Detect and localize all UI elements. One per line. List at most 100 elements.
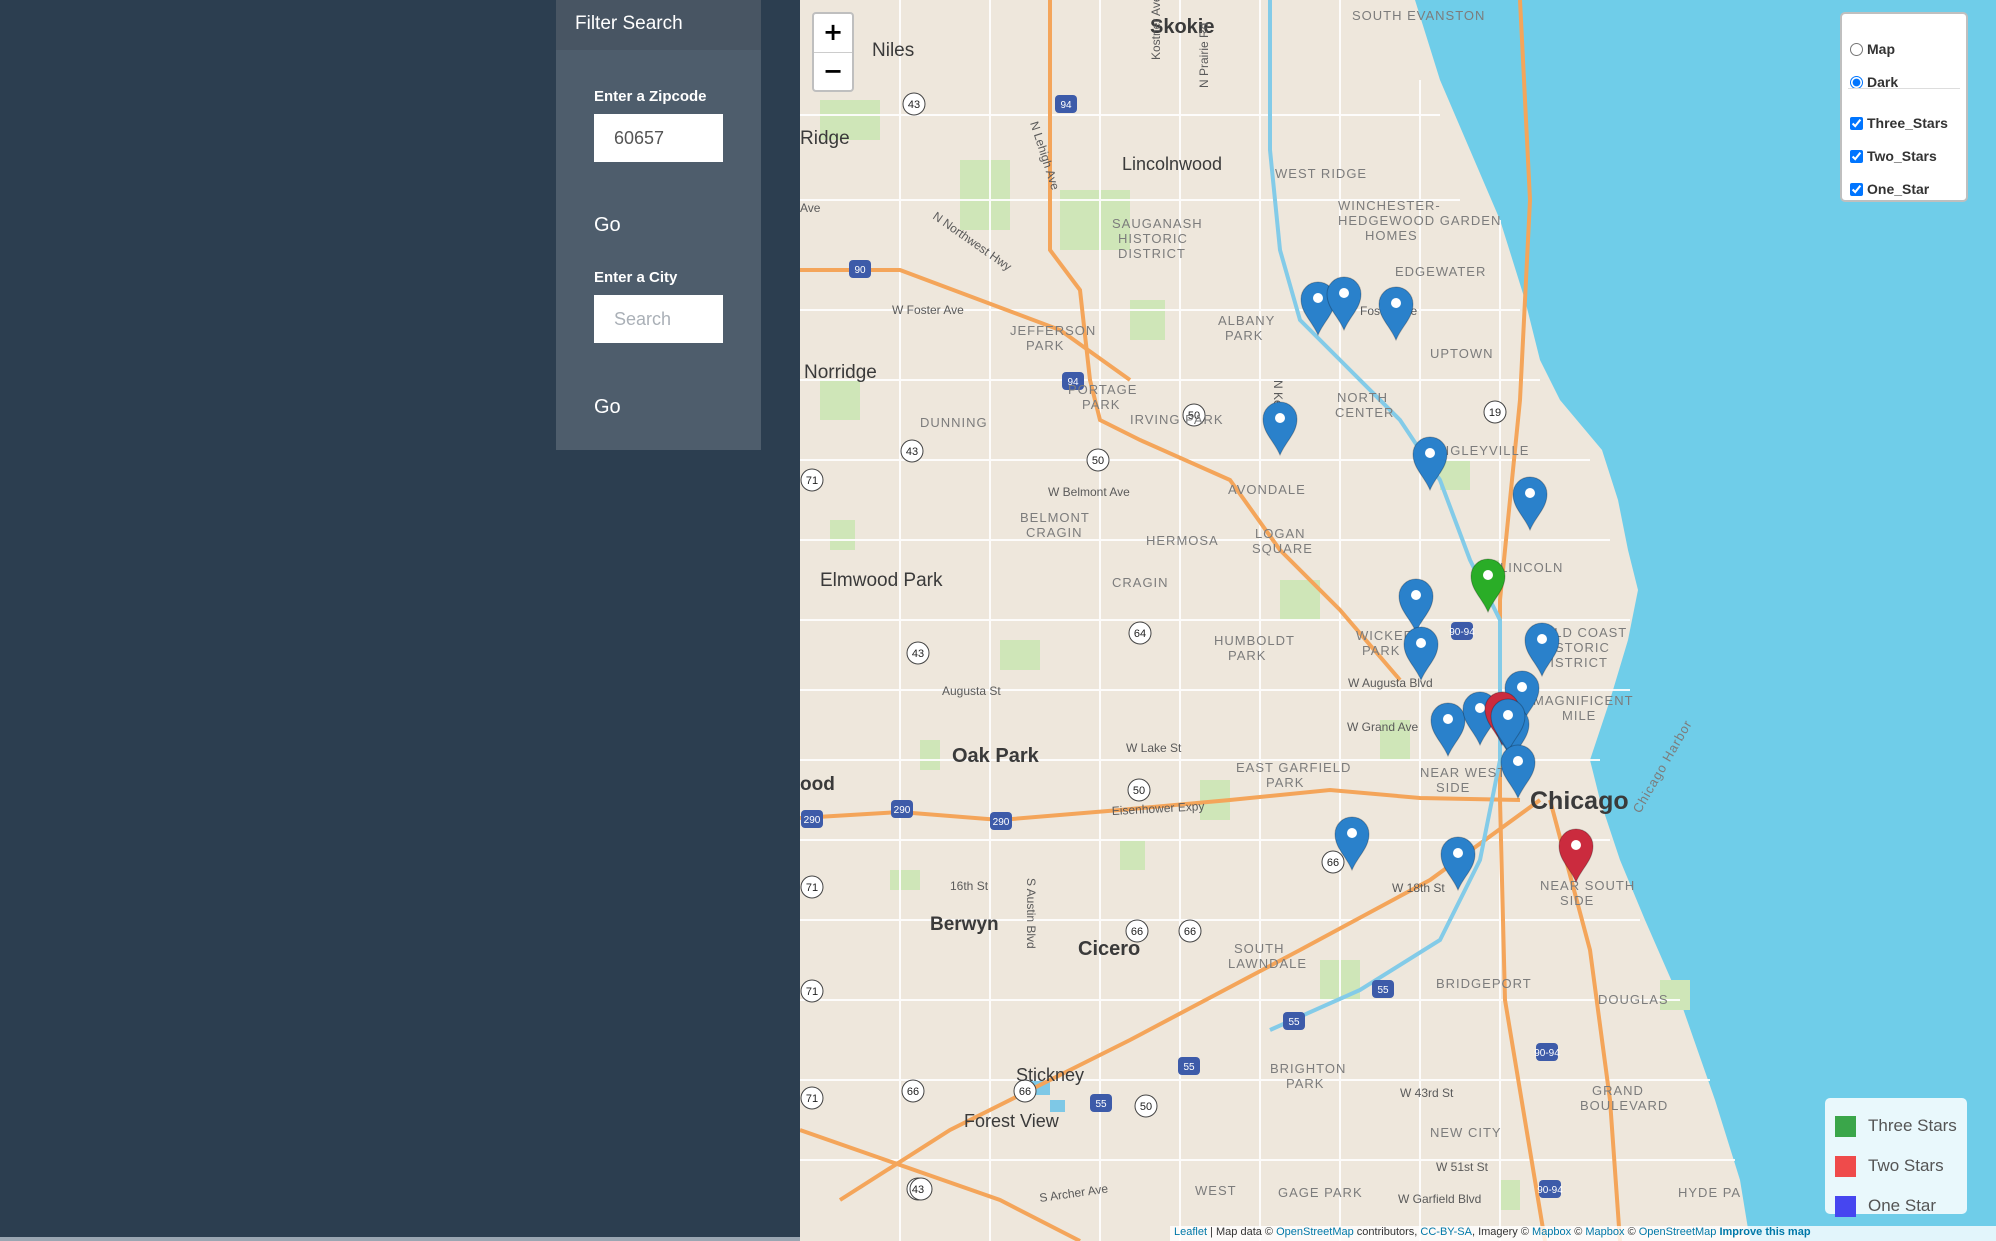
svg-text:W Lake St: W Lake St [1126, 741, 1182, 755]
bottom-strip [0, 1237, 800, 1241]
map-marker-one[interactable] [1403, 626, 1439, 682]
map-marker-one[interactable] [1262, 401, 1298, 457]
svg-text:N Lehigh Ave: N Lehigh Ave [1027, 120, 1062, 192]
svg-text:Berwyn: Berwyn [930, 914, 999, 935]
svg-text:NEAR SOUTH: NEAR SOUTH [1540, 878, 1635, 893]
svg-text:50: 50 [1140, 1101, 1152, 1113]
svg-text:DUNNING: DUNNING [920, 415, 988, 430]
svg-text:LAWNDALE: LAWNDALE [1228, 956, 1307, 971]
attribution-text: © [1624, 1226, 1639, 1238]
svg-text:55: 55 [1288, 1017, 1300, 1028]
attribution-text: , Imagery © [1471, 1226, 1533, 1238]
layer-map-radio[interactable] [1850, 42, 1863, 56]
svg-text:MILE: MILE [1562, 708, 1596, 723]
zipcode-go-button[interactable]: Go [594, 214, 621, 237]
svg-text:ALBANY: ALBANY [1218, 313, 1275, 328]
layer-map-option[interactable]: Map [1850, 38, 1895, 60]
svg-text:66: 66 [1131, 926, 1143, 938]
city-search-input[interactable] [594, 295, 723, 343]
overlay-two-stars-label: Two_Stars [1867, 148, 1937, 164]
svg-text:55: 55 [1377, 985, 1389, 996]
map-marker-one[interactable] [1378, 286, 1414, 342]
layer-dark-option[interactable]: Dark [1850, 71, 1898, 93]
svg-text:LINCOLN: LINCOLN [1500, 560, 1563, 575]
map-marker-one[interactable] [1512, 476, 1548, 532]
mapbox-link-2[interactable]: Mapbox [1585, 1226, 1624, 1238]
svg-text:PARK: PARK [1362, 643, 1400, 658]
svg-text:MAGNIFICENT: MAGNIFICENT [1533, 693, 1634, 708]
svg-text:SQUARE: SQUARE [1252, 541, 1313, 556]
svg-text:16th St: 16th St [950, 879, 989, 893]
svg-text:PARK: PARK [1266, 775, 1304, 790]
svg-text:290: 290 [894, 805, 911, 816]
map-marker-two[interactable] [1558, 828, 1594, 884]
filter-panel: Filter Search Enter a Zipcode Go Enter a… [556, 0, 761, 450]
svg-text:71: 71 [806, 475, 818, 487]
filter-title: Filter Search [556, 0, 761, 50]
overlay-two-stars-checkbox[interactable] [1850, 149, 1863, 163]
osm-link[interactable]: OpenStreetMap [1276, 1226, 1354, 1238]
zipcode-input[interactable] [594, 114, 723, 162]
svg-text:IRVING PARK: IRVING PARK [1130, 412, 1224, 427]
svg-text:W Grand Ave: W Grand Ave [1347, 720, 1418, 734]
svg-text:19: 19 [1489, 407, 1501, 419]
layers-control: Map Dark Three_Stars Two_Stars One_Star [1840, 12, 1968, 202]
svg-text:SOUTH EVANSTON: SOUTH EVANSTON [1352, 8, 1485, 23]
svg-text:S Archer Ave: S Archer Ave [1038, 1181, 1109, 1205]
map-marker-one[interactable] [1430, 702, 1466, 758]
svg-text:Elmwood Park: Elmwood Park [820, 570, 943, 591]
svg-text:PORTAGE: PORTAGE [1068, 382, 1137, 397]
overlay-three-stars-checkbox[interactable] [1850, 116, 1863, 130]
map-tiles: 434343 715064 505071 714371 666650 66661… [800, 0, 1996, 1241]
license-link[interactable]: CC-BY-SA [1420, 1226, 1472, 1238]
legend-label: Two Stars [1868, 1156, 1944, 1175]
svg-text:CRAGIN: CRAGIN [1026, 525, 1083, 540]
svg-text:Ridge: Ridge [800, 128, 850, 149]
svg-text:Eisenhower Expy: Eisenhower Expy [1111, 799, 1204, 818]
overlay-one-star-label: One_Star [1867, 181, 1930, 197]
svg-text:HOMES: HOMES [1365, 228, 1418, 243]
map-view[interactable]: 43 43 43 71 50 64 50 50 71 71 43 71 66 66 50 66 66 1… [800, 0, 1996, 1241]
svg-text:SIDE: SIDE [1560, 893, 1594, 908]
map-attribution: Leaflet | Map data © OpenStreetMap contr… [1170, 1226, 1996, 1241]
svg-text:71: 71 [806, 1093, 818, 1105]
svg-text:W Foster Ave: W Foster Ave [892, 303, 964, 317]
overlay-two-stars-option[interactable]: Two_Stars [1850, 145, 1937, 167]
city-go-button[interactable]: Go [594, 396, 621, 419]
leaflet-link[interactable]: Leaflet [1174, 1226, 1207, 1238]
zoom-out-button[interactable]: − [814, 53, 852, 91]
svg-text:Lincolnwood: Lincolnwood [1122, 154, 1222, 174]
svg-text:Ave: Ave [800, 201, 821, 215]
svg-text:71: 71 [806, 882, 818, 894]
zoom-in-button[interactable]: + [814, 14, 852, 53]
svg-text:94: 94 [1060, 100, 1072, 111]
svg-text:WEST RIDGE: WEST RIDGE [1275, 166, 1367, 181]
legend-label: One Star [1868, 1196, 1937, 1215]
svg-text:43: 43 [906, 446, 918, 458]
svg-text:PARK: PARK [1228, 648, 1266, 663]
svg-text:55: 55 [1183, 1062, 1195, 1073]
layer-dark-radio[interactable] [1850, 75, 1863, 89]
svg-text:PARK: PARK [1082, 397, 1120, 412]
legend-swatch-green [1835, 1115, 1856, 1137]
mapbox-link[interactable]: Mapbox [1532, 1226, 1571, 1238]
svg-text:ood: ood [800, 774, 835, 795]
svg-text:43: 43 [908, 99, 920, 111]
svg-text:55: 55 [1095, 1099, 1107, 1110]
city-label: Enter a City [594, 269, 678, 286]
svg-text:Forest View: Forest View [964, 1111, 1060, 1131]
overlay-one-star-checkbox[interactable] [1850, 182, 1863, 196]
svg-text:43: 43 [912, 648, 924, 660]
improve-map-link[interactable]: Improve this map [1719, 1226, 1810, 1238]
legend-item-one-star: One Star [1835, 1194, 1936, 1218]
layers-divider [1848, 88, 1960, 89]
svg-text:PARK: PARK [1026, 338, 1064, 353]
map-marker-one[interactable] [1326, 276, 1362, 332]
overlay-one-star-option[interactable]: One_Star [1850, 178, 1929, 200]
legend-item-three-stars: Three Stars [1835, 1114, 1957, 1138]
svg-text:Cicero: Cicero [1078, 938, 1140, 960]
osm-link-2[interactable]: OpenStreetMap [1639, 1226, 1717, 1238]
svg-text:Chicago: Chicago [1530, 787, 1629, 815]
map-marker-one[interactable] [1398, 578, 1434, 634]
overlay-three-stars-option[interactable]: Three_Stars [1850, 112, 1948, 134]
